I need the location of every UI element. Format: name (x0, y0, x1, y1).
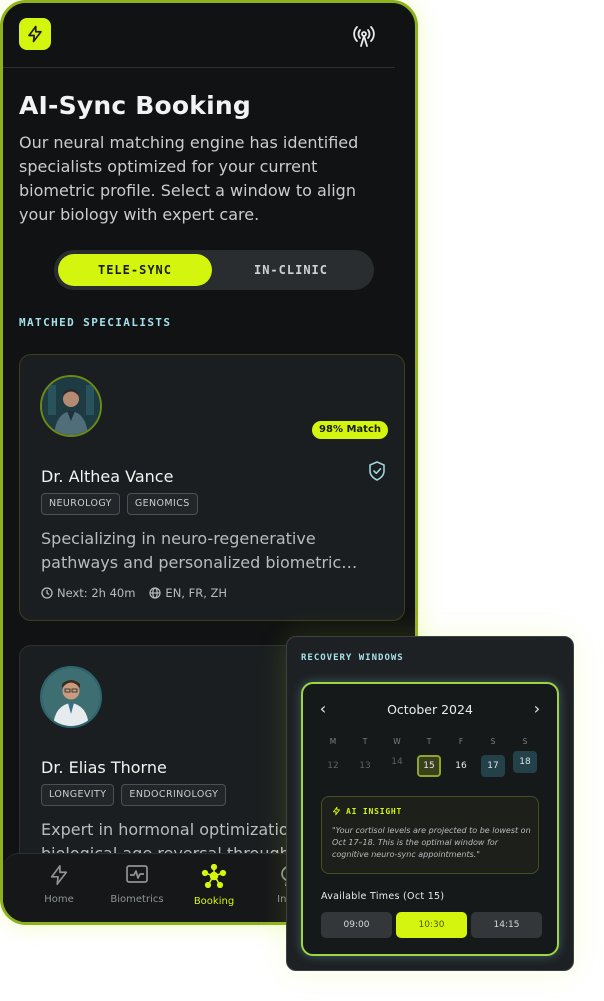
calendar-day-optimal[interactable]: 17 (481, 755, 505, 777)
panel-title: RECOVERY WINDOWS (301, 653, 404, 663)
avatar (40, 375, 102, 437)
tag-list: LONGEVITY ENDOCRINOLOGY (41, 784, 227, 806)
recovery-windows-panel: RECOVERY WINDOWS ‹ October 2024 › M T W … (286, 636, 574, 971)
time-slots: 09:00 10:30 14:15 (321, 912, 542, 938)
bolt-icon (333, 806, 340, 816)
in-clinic-tab[interactable]: IN-CLINIC (214, 254, 368, 286)
calendar-day: 12 (327, 761, 339, 771)
weekday-label: W (393, 737, 401, 746)
nav-label: Home (44, 894, 74, 905)
time-slot-selected[interactable]: 10:30 (396, 912, 467, 938)
time-slot[interactable]: 14:15 (471, 912, 542, 938)
match-badge: 98% Match (312, 421, 388, 439)
next-availability: Next: 2h 40m (57, 586, 136, 600)
calendar-day-selected[interactable]: 15 (417, 755, 441, 777)
top-bar (3, 3, 395, 68)
calendar-day[interactable]: 16 (449, 755, 473, 777)
signal-icon[interactable] (351, 23, 377, 49)
calendar-day: 13 (359, 761, 371, 771)
chevron-right-icon[interactable]: › (527, 698, 547, 718)
nav-biometrics[interactable]: Biometrics (99, 864, 175, 905)
bolt-icon (50, 865, 68, 885)
time-slot[interactable]: 09:00 (321, 912, 392, 938)
bolt-icon[interactable] (19, 18, 51, 50)
insight-title: AI INSIGHT (346, 806, 403, 816)
calendar-day: 14 (391, 757, 403, 767)
ai-insight-card: AI INSIGHT "Your cortisol levels are pro… (321, 796, 539, 874)
network-icon (201, 864, 227, 888)
calendar-day-optimal[interactable]: 18 (513, 751, 537, 773)
nav-label: Biometrics (110, 894, 164, 905)
intro-text: Our neural matching engine has identifie… (19, 133, 359, 224)
heart-monitor-icon (126, 865, 148, 883)
tag: ENDOCRINOLOGY (121, 784, 227, 806)
weekday-label: S (522, 737, 528, 746)
insight-text: "Your cortisol levels are projected to b… (332, 826, 531, 859)
tag-list: NEUROLOGY GENOMICS (41, 493, 198, 515)
calendar-month: October 2024 (387, 702, 473, 717)
specialist-meta: Next: 2h 40m EN, FR, ZH (41, 586, 227, 600)
weekday-label: F (458, 737, 464, 746)
languages: EN, FR, ZH (165, 586, 228, 600)
calendar: ‹ October 2024 › M T W T F S S 12 13 14 … (301, 682, 559, 956)
tag: GENOMICS (126, 493, 198, 515)
specialist-name: Dr. Elias Thorne (41, 758, 167, 777)
weekday-label: M (329, 737, 337, 746)
globe-icon (149, 587, 162, 599)
section-label: MATCHED SPECIALISTS (19, 316, 172, 329)
specialist-description: Specializing in neuro-regenerative pathw… (41, 529, 358, 572)
tele-sync-tab[interactable]: TELE-SYNC (58, 254, 212, 286)
nav-booking[interactable]: Booking (176, 864, 252, 907)
verified-shield-icon (368, 461, 386, 481)
available-times-label: Available Times (Oct 15) (321, 891, 445, 902)
page-title: AI-Sync Booking (19, 91, 251, 120)
insight-header: AI INSIGHT (332, 806, 402, 816)
weekday-label: S (490, 737, 496, 746)
tag: LONGEVITY (41, 784, 115, 806)
specialist-card[interactable]: 98% Match Dr. Althea Vance NEUROLOGY GEN… (19, 354, 405, 621)
nav-label: Booking (193, 896, 235, 907)
tag: NEUROLOGY (41, 493, 120, 515)
clock-icon (41, 587, 53, 599)
mode-toggle: TELE-SYNC IN-CLINIC (54, 250, 374, 290)
avatar (40, 666, 102, 728)
specialist-name: Dr. Althea Vance (41, 467, 174, 486)
weekday-label: T (362, 737, 368, 746)
weekday-label: T (426, 737, 432, 746)
nav-home[interactable]: Home (21, 864, 97, 905)
